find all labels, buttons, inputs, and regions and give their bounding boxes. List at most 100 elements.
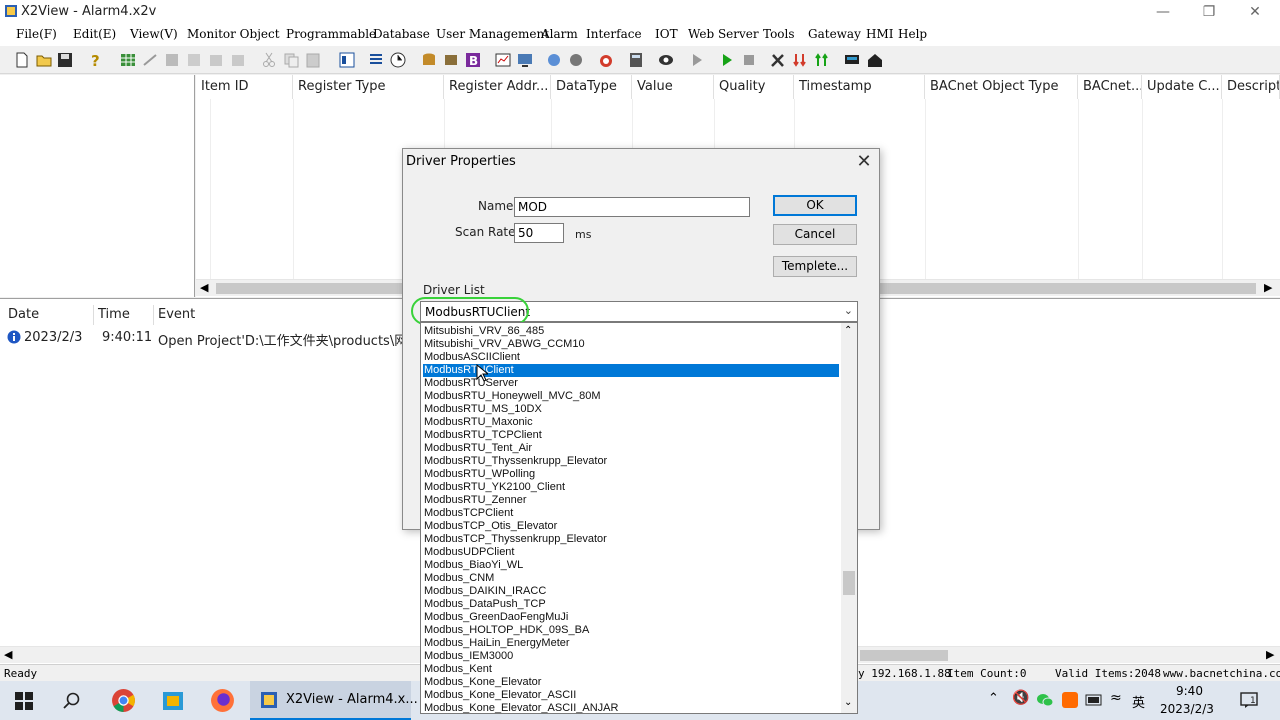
ok-button[interactable]: OK xyxy=(773,195,857,216)
close-icon[interactable]: ✕ xyxy=(853,151,875,173)
run-icon[interactable] xyxy=(718,51,736,69)
driver-option[interactable]: ModbusTCP_Thyssenkrupp_Elevator xyxy=(423,533,839,546)
scroll-right-icon[interactable]: ▶ xyxy=(1264,281,1272,294)
driver-option[interactable]: Modbus_HaiLin_EnergyMeter xyxy=(423,637,839,650)
driver-option[interactable]: ModbusRTU_TCPClient xyxy=(423,429,839,442)
driver-option[interactable]: Modbus_DAIKIN_IRACC xyxy=(423,585,839,598)
monitor-icon[interactable] xyxy=(516,51,534,69)
settings-tool-icon[interactable] xyxy=(567,51,585,69)
stop-icon[interactable] xyxy=(740,51,758,69)
menu-interface[interactable]: Interface xyxy=(586,27,642,41)
minimize-button[interactable]: — xyxy=(1140,0,1186,24)
alarm-clock-icon[interactable] xyxy=(597,51,615,69)
driver-option[interactable]: Modbus_Kone_Elevator_ASCII xyxy=(423,689,839,702)
driver-option[interactable]: Modbus_HOLTOP_HDK_09S_BA xyxy=(423,624,839,637)
upload-icon[interactable] xyxy=(813,51,831,69)
maximize-button[interactable]: ❐ xyxy=(1186,0,1232,24)
log-scroll-thumb[interactable] xyxy=(860,650,948,661)
driver-option[interactable]: ModbusRTU_Tent_Air xyxy=(423,442,839,455)
log-col-time[interactable]: Time xyxy=(98,307,130,322)
driver-option[interactable]: Modbus_DataPush_TCP xyxy=(423,598,839,611)
menu-user-management[interactable]: User Management xyxy=(436,27,549,41)
chevron-down-icon[interactable]: ⌄ xyxy=(844,304,853,317)
menu-view[interactable]: View(V) xyxy=(130,27,178,41)
cancel-button[interactable]: Cancel xyxy=(773,224,857,245)
name-field[interactable]: MOD xyxy=(514,197,750,217)
cut-icon[interactable] xyxy=(260,51,278,69)
copy-icon[interactable] xyxy=(282,51,300,69)
col-datatype[interactable]: DataType xyxy=(551,75,632,99)
edit-icon[interactable] xyxy=(185,51,203,69)
scroll-left-icon[interactable]: ◀ xyxy=(200,281,208,294)
calculator-icon[interactable] xyxy=(627,51,645,69)
driver-option[interactable]: Mitsubishi_VRV_86_485 xyxy=(423,325,839,338)
col-description[interactable]: Descripti xyxy=(1222,75,1280,99)
menu-web-server[interactable]: Web Server xyxy=(688,27,759,41)
menu-programmable[interactable]: Programmable xyxy=(286,27,376,41)
close-button[interactable]: ✕ xyxy=(1232,0,1278,24)
chart-icon[interactable] xyxy=(494,51,512,69)
clock-time[interactable]: 9:40 xyxy=(1176,684,1203,698)
driver-option[interactable]: ModbusRTU_Maxonic xyxy=(423,416,839,429)
menu-monitor-object[interactable]: Monitor Object xyxy=(187,27,280,41)
network-icon[interactable] xyxy=(545,51,563,69)
hmi-display-icon[interactable] xyxy=(843,51,861,69)
clock-icon[interactable] xyxy=(389,51,407,69)
file-manager-icon[interactable] xyxy=(161,689,185,713)
menu-file[interactable]: File(F) xyxy=(16,27,57,41)
notification-icon[interactable]: 1 xyxy=(1239,690,1259,710)
col-register-type[interactable]: Register Type xyxy=(293,75,444,99)
scan-rate-field[interactable]: 50 xyxy=(514,223,564,243)
help-icon[interactable]: ? xyxy=(86,51,104,69)
driver-option[interactable]: Modbus_IEM3000 xyxy=(423,650,839,663)
menu-alarm[interactable]: Alarm xyxy=(541,27,578,41)
wechat-icon[interactable] xyxy=(1036,692,1054,708)
driver-option[interactable]: ModbusRTU_WPolling xyxy=(423,468,839,481)
driver-option[interactable]: ModbusUDPClient xyxy=(423,546,839,559)
load-icon[interactable] xyxy=(791,51,809,69)
driver-option[interactable]: ModbusRTU_Honeywell_MVC_80M xyxy=(423,390,839,403)
battery-icon[interactable] xyxy=(1085,693,1103,707)
properties-icon[interactable] xyxy=(338,51,356,69)
col-timestamp[interactable]: Timestamp xyxy=(794,75,925,99)
table-icon[interactable] xyxy=(163,51,181,69)
project-tree[interactable] xyxy=(0,75,195,297)
grid-icon[interactable] xyxy=(119,51,137,69)
dropdown-scroll-thumb[interactable] xyxy=(843,571,855,595)
menu-edit[interactable]: Edit(E) xyxy=(73,27,116,41)
play-disabled-icon[interactable] xyxy=(688,51,706,69)
new-file-icon[interactable] xyxy=(13,51,31,69)
search-icon[interactable] xyxy=(62,691,82,711)
col-item-id[interactable]: Item ID xyxy=(196,75,293,99)
wifi-icon[interactable]: ≈ xyxy=(1110,690,1122,706)
log-col-date[interactable]: Date xyxy=(8,307,39,322)
database-icon[interactable] xyxy=(420,51,438,69)
col-bacnet-object-type[interactable]: BACnet Object Type xyxy=(925,75,1078,99)
dropdown-scrollbar[interactable]: ⌃ ⌄ xyxy=(841,323,857,713)
driver-option[interactable]: ModbusASCIIClient xyxy=(423,351,839,364)
template-button[interactable]: Templete... xyxy=(773,256,857,277)
paste-icon[interactable] xyxy=(304,51,322,69)
open-folder-icon[interactable] xyxy=(35,51,53,69)
delete-object-icon[interactable] xyxy=(229,51,247,69)
driver-option[interactable]: Modbus_Kent xyxy=(423,663,839,676)
scroll-down-icon[interactable]: ⌄ xyxy=(844,697,852,708)
view-eye-icon[interactable] xyxy=(657,51,675,69)
driver-option[interactable]: ModbusTCP_Otis_Elevator xyxy=(423,520,839,533)
tools-icon[interactable] xyxy=(769,51,787,69)
driver-option[interactable]: ModbusRTU_Zenner xyxy=(423,494,839,507)
scroll-left-icon[interactable]: ◀ xyxy=(4,648,12,661)
chrome-icon[interactable] xyxy=(111,688,136,713)
col-quality[interactable]: Quality xyxy=(714,75,794,99)
driver-option[interactable]: ModbusRTU_Thyssenkrupp_Elevator xyxy=(423,455,839,468)
menu-gateway[interactable]: Gateway xyxy=(808,27,861,41)
menu-tools[interactable]: Tools xyxy=(763,27,795,41)
tray-app-icon[interactable] xyxy=(1061,691,1079,709)
driver-option[interactable]: Mitsubishi_VRV_ABWG_CCM10 xyxy=(423,338,839,351)
ime-indicator[interactable]: 英 xyxy=(1132,692,1145,711)
driver-option[interactable]: ModbusRTU_YK2100_Client xyxy=(423,481,839,494)
home-icon[interactable] xyxy=(866,51,884,69)
driver-option[interactable]: Modbus_Kone_Elevator_ASCII_ANJAR xyxy=(423,702,839,713)
firefox-icon[interactable] xyxy=(210,688,235,713)
copy-object-icon[interactable] xyxy=(207,51,225,69)
